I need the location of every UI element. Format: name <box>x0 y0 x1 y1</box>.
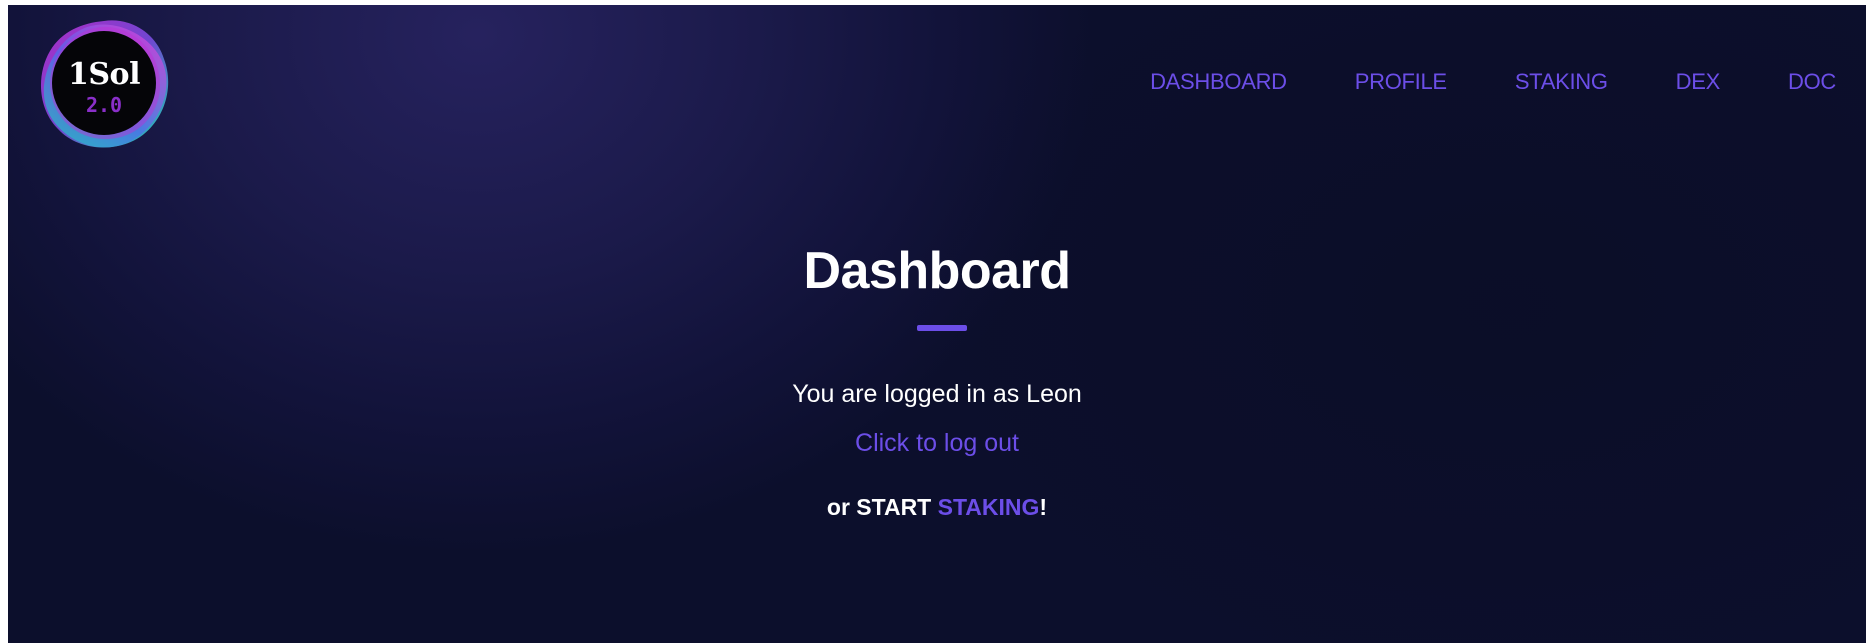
nav-item-dashboard[interactable]: DASHBOARD <box>1150 69 1287 95</box>
start-staking-line: or START STAKING! <box>8 494 1866 521</box>
start-prefix: or START <box>826 494 938 520</box>
page-background: 1Sol 2.0 DASHBOARD PROFILE STAKING DEX D… <box>8 5 1866 643</box>
logo[interactable]: 1Sol 2.0 <box>34 15 174 155</box>
start-suffix: ! <box>1039 494 1048 520</box>
nav-item-profile[interactable]: PROFILE <box>1355 69 1447 95</box>
top-nav: DASHBOARD PROFILE STAKING DEX DOC <box>1150 69 1836 95</box>
logout-link[interactable]: Click to log out <box>8 429 1866 458</box>
logged-in-text: You are logged in as Leon <box>792 380 1082 408</box>
title-underline <box>917 325 967 331</box>
nav-item-dex[interactable]: DEX <box>1676 69 1721 95</box>
logo-name: 1Sol <box>68 57 140 92</box>
nav-item-staking[interactable]: STAKING <box>1515 69 1608 95</box>
start-staking-link[interactable]: STAKING <box>938 494 1040 520</box>
logo-version: 2.0 <box>85 93 123 117</box>
page-title: Dashboard <box>803 242 1071 300</box>
nav-item-doc[interactable]: DOC <box>1788 69 1836 95</box>
